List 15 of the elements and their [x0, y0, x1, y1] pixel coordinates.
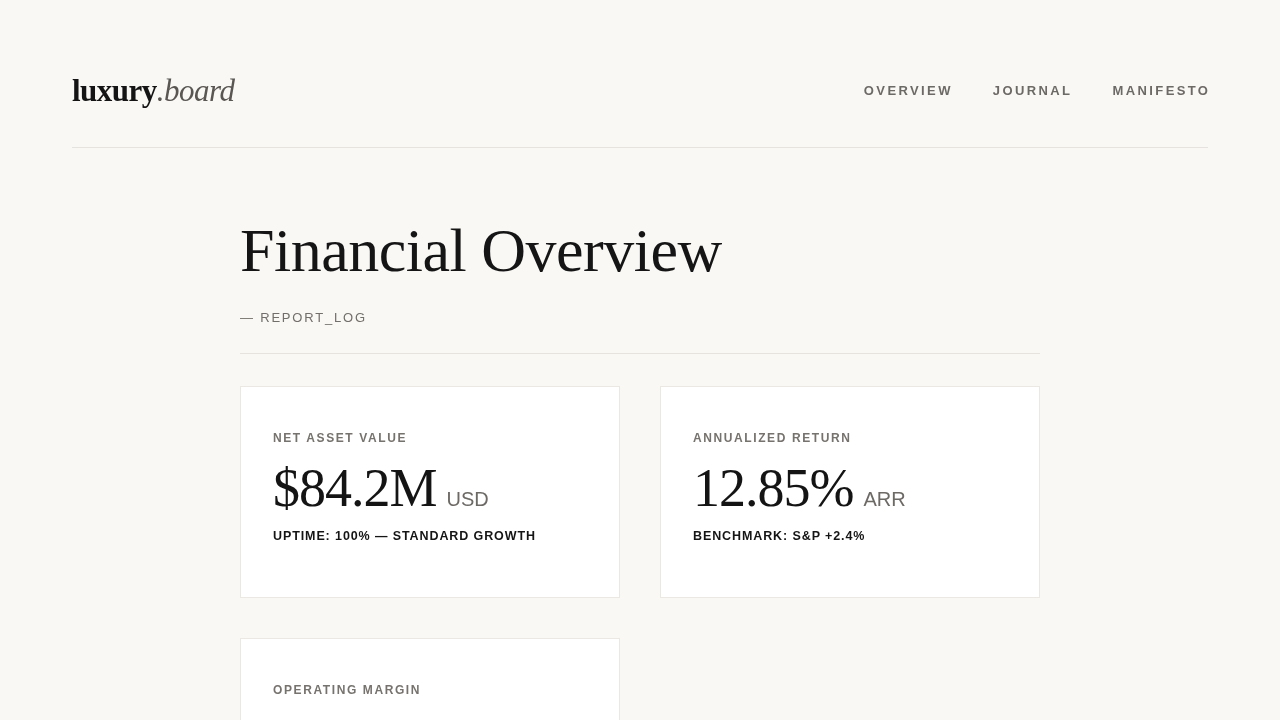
nav-link[interactable]: OVERVIEW — [863, 83, 953, 98]
metric-note: UPTIME: 100% — STANDARD GROWTH — [273, 528, 537, 543]
metric-note: BENCHMARK: S&P +2.4% — [693, 528, 867, 543]
metric-label: NET ASSET VALUE — [273, 431, 408, 446]
metric-label: OPERATING MARGIN — [273, 683, 423, 698]
metric-unit: ARR — [863, 488, 906, 512]
metric-label: ANNUALIZED RETURN — [693, 431, 853, 446]
metric-value: $84.2M — [273, 459, 437, 519]
page-title: Financial Overview — [240, 216, 723, 285]
metric-value: 12.85% — [693, 459, 854, 519]
metric-unit: USD — [446, 488, 489, 512]
nav-link[interactable]: JOURNAL — [992, 83, 1073, 98]
nav-link[interactable]: MANIFESTO — [1112, 83, 1211, 98]
logo: luxury.board — [72, 75, 235, 106]
page-subtitle: — REPORT_LOG — [240, 310, 367, 326]
